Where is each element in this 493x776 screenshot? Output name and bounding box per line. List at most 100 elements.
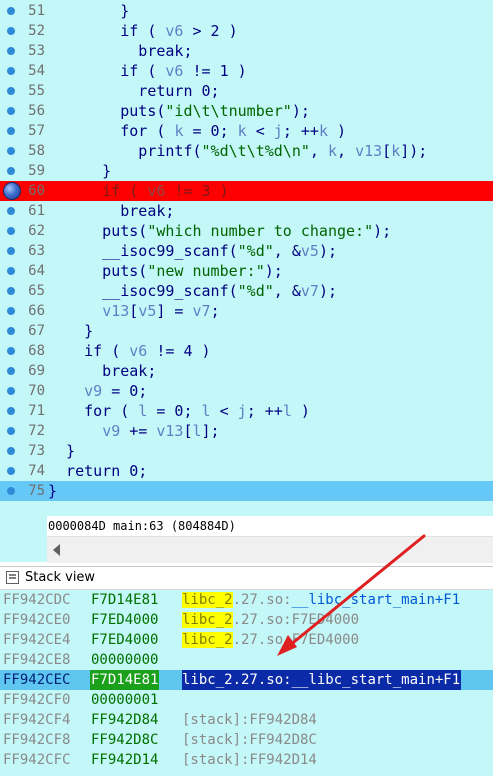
symbol-name: __libc_start_main+F1 — [291, 672, 461, 688]
line-dot-icon[interactable] — [7, 447, 15, 455]
code-line[interactable]: 68 if ( v6 != 4 ) — [0, 341, 493, 361]
stack-view-header: Stack view — [0, 566, 493, 590]
line-number: 73 — [28, 443, 45, 459]
code-line[interactable]: 74 return 0; — [0, 461, 493, 481]
code-text[interactable]: printf("%d\t\t%d\n", k, v13[k]); — [48, 141, 427, 161]
line-dot-icon[interactable] — [7, 127, 15, 135]
code-text[interactable]: if ( v6 > 2 ) — [48, 21, 237, 41]
line-dot-icon[interactable] — [7, 167, 15, 175]
code-line[interactable]: 55 return 0; — [0, 81, 493, 101]
code-text[interactable]: return 0; — [48, 461, 147, 481]
pseudocode-panel[interactable]: 51 } 52 if ( v6 > 2 ) 53 break; 54 if ( v6 … — [0, 0, 493, 516]
line-dot-icon[interactable] — [7, 7, 15, 15]
code-line[interactable]: 66 v13[v5] = v7; — [0, 301, 493, 321]
stack-row[interactable]: FF942CFC FF942D14 [stack]:FF942D14 — [0, 750, 493, 770]
code-text[interactable]: for ( k = 0; k < j; ++k ) — [48, 121, 346, 141]
line-dot-icon[interactable] — [7, 47, 15, 55]
line-dot-icon[interactable] — [7, 327, 15, 335]
code-line[interactable]: 69 break; — [0, 361, 493, 381]
stack-row[interactable]: FF942CE0 F7ED4000 libc_2.27.so:F7ED4000 — [0, 610, 493, 630]
code-line[interactable]: 67 } — [0, 321, 493, 341]
stack-row[interactable]: FF942CE4 F7ED4000 libc_2.27.so:F7ED4000 — [0, 630, 493, 650]
stack-row[interactable]: FF942CF4 FF942D84 [stack]:FF942D84 — [0, 710, 493, 730]
line-number: 68 — [28, 343, 45, 359]
line-dot-icon[interactable] — [7, 427, 15, 435]
code-line[interactable]: 60 if ( v6 != 3 ) — [0, 181, 493, 201]
code-text[interactable]: for ( l = 0; l < j; ++l ) — [48, 401, 310, 421]
code-text[interactable]: v13[v5] = v7; — [48, 301, 219, 321]
code-line[interactable]: 51 } — [0, 1, 493, 21]
horizontal-scrollbar[interactable] — [47, 536, 493, 563]
line-dot-icon[interactable] — [7, 227, 15, 235]
code-text[interactable]: puts("new number:"); — [48, 261, 283, 281]
stack-address: FF942CEC — [3, 672, 71, 688]
stack-view-panel[interactable]: FF942CDC F7D14E81 libc_2.27.so:__libc_star… — [0, 590, 493, 776]
line-dot-icon[interactable] — [7, 287, 15, 295]
code-text[interactable]: } — [48, 441, 75, 461]
stack-address: FF942CDC — [3, 592, 71, 608]
line-dot-icon[interactable] — [7, 347, 15, 355]
code-text[interactable]: return 0; — [48, 81, 219, 101]
code-text[interactable]: } — [48, 481, 57, 501]
line-dot-icon[interactable] — [7, 407, 15, 415]
code-text[interactable]: break; — [48, 361, 156, 381]
line-dot-icon[interactable] — [7, 67, 15, 75]
code-line[interactable]: 52 if ( v6 > 2 ) — [0, 21, 493, 41]
line-dot-icon[interactable] — [7, 307, 15, 315]
line-dot-icon[interactable] — [7, 267, 15, 275]
code-text[interactable]: __isoc99_scanf("%d", &v5); — [48, 241, 337, 261]
stack-row[interactable]: FF942CEC F7D14E81 libc_2.27.so:__libc_star… — [0, 670, 493, 690]
code-text[interactable]: if ( v6 != 3 ) — [48, 181, 228, 201]
code-text[interactable]: } — [48, 1, 129, 21]
code-text[interactable]: if ( v6 != 1 ) — [48, 61, 246, 81]
code-line[interactable]: 73 } — [0, 441, 493, 461]
line-dot-icon[interactable] — [7, 207, 15, 215]
stack-row[interactable]: FF942CDC F7D14E81 libc_2.27.so:__libc_star… — [0, 590, 493, 610]
line-number: 67 — [28, 323, 45, 339]
line-dot-icon[interactable] — [7, 87, 15, 95]
scroll-left-arrow-icon[interactable] — [53, 544, 60, 556]
line-dot-icon[interactable] — [7, 147, 15, 155]
code-text[interactable]: break; — [48, 201, 174, 221]
line-dot-icon[interactable] — [7, 27, 15, 35]
code-line[interactable]: 70 v9 = 0; — [0, 381, 493, 401]
stack-address: FF942CF8 — [3, 732, 71, 748]
code-text[interactable]: v9 = 0; — [48, 381, 147, 401]
stack-description: [stack]:FF942D84 — [182, 710, 317, 730]
code-text[interactable]: __isoc99_scanf("%d", &v7); — [48, 281, 337, 301]
code-text[interactable]: puts("which number to change:"); — [48, 221, 391, 241]
code-line[interactable]: 57 for ( k = 0; k < j; ++k ) — [0, 121, 493, 141]
line-dot-icon[interactable] — [7, 367, 15, 375]
code-line[interactable]: 65 __isoc99_scanf("%d", &v7); — [0, 281, 493, 301]
stack-row[interactable]: FF942CF8 FF942D8C [stack]:FF942D8C — [0, 730, 493, 750]
code-line[interactable]: 53 break; — [0, 41, 493, 61]
code-text[interactable]: } — [48, 321, 93, 341]
code-line[interactable]: 71 for ( l = 0; l < j; ++l ) — [0, 401, 493, 421]
stack-reference: [stack]:FF942D8C — [182, 732, 317, 748]
stack-value: 00000000 — [91, 652, 159, 668]
code-line[interactable]: 54 if ( v6 != 1 ) — [0, 61, 493, 81]
code-text[interactable]: puts("id\t\tnumber"); — [48, 101, 310, 121]
code-text[interactable]: } — [48, 161, 111, 181]
stack-value: FF942D8C — [91, 732, 159, 748]
code-text[interactable]: v9 += v13[l]; — [48, 421, 219, 441]
line-dot-icon[interactable] — [7, 107, 15, 115]
code-line[interactable]: 56 puts("id\t\tnumber"); — [0, 101, 493, 121]
code-line[interactable]: 72 v9 += v13[l]; — [0, 421, 493, 441]
code-line[interactable]: 62 puts("which number to change:"); — [0, 221, 493, 241]
code-line[interactable]: 75} — [0, 481, 493, 501]
stack-row[interactable]: FF942CF0 00000001 — [0, 690, 493, 710]
stack-row[interactable]: FF942CE8 00000000 — [0, 650, 493, 670]
code-line[interactable]: 63 __isoc99_scanf("%d", &v5); — [0, 241, 493, 261]
line-dot-icon[interactable] — [7, 247, 15, 255]
code-line[interactable]: 59 } — [0, 161, 493, 181]
code-text[interactable]: break; — [48, 41, 192, 61]
breakpoint-icon[interactable] — [4, 183, 20, 199]
code-line[interactable]: 64 puts("new number:"); — [0, 261, 493, 281]
line-dot-icon[interactable] — [7, 487, 15, 495]
code-line[interactable]: 61 break; — [0, 201, 493, 221]
line-dot-icon[interactable] — [7, 467, 15, 475]
code-line[interactable]: 58 printf("%d\t\t%d\n", k, v13[k]); — [0, 141, 493, 161]
code-text[interactable]: if ( v6 != 4 ) — [48, 341, 210, 361]
line-dot-icon[interactable] — [7, 387, 15, 395]
